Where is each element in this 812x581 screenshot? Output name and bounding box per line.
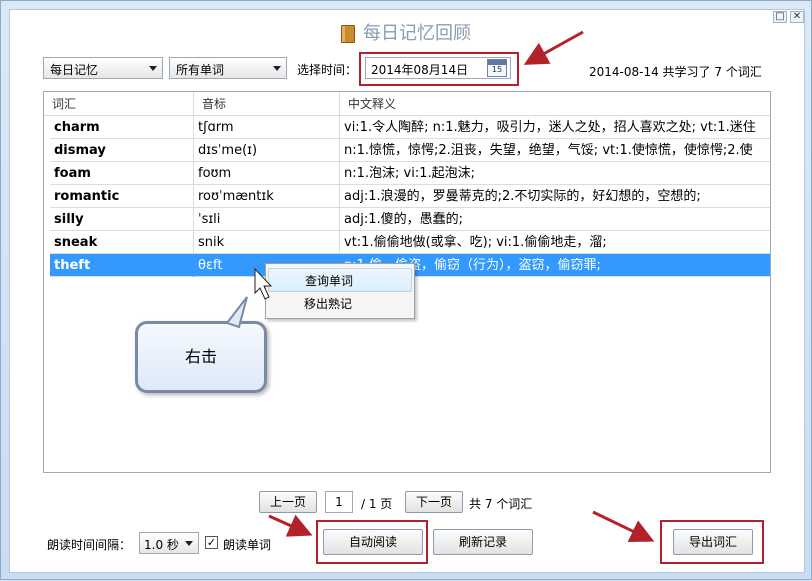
chevron-down-icon — [273, 66, 281, 71]
window-title: 每日记忆回顾 — [1, 19, 811, 45]
scope-select[interactable]: 所有单词 — [169, 57, 287, 79]
meaning-cell: n:1.泡沫; vi:1.起泡沫; — [344, 166, 476, 181]
word-cell: theft — [50, 254, 194, 277]
word-cell: romantic — [50, 185, 194, 208]
meaning-cell: vt:1.偷偷地做(或拿、吃); vi:1.偷偷地走，溜; — [344, 235, 607, 250]
page-number-input[interactable]: 1 — [325, 491, 353, 513]
chevron-down-icon — [149, 66, 157, 71]
scope-select-value: 所有单词 — [176, 63, 225, 77]
table-row[interactable]: sneak snik vt:1.偷偷地做(或拿、吃); vi:1.偷偷地走，溜; — [50, 231, 770, 254]
phonetic-cell: ˈsɪli — [194, 208, 340, 231]
word-count: 共 7 个词汇 — [469, 497, 533, 511]
next-page-button[interactable]: 下一页 — [405, 491, 463, 513]
word-cell: silly — [50, 208, 194, 231]
phonetic-cell: tʃɑrm — [194, 116, 340, 139]
phonetic-cell: dɪsˈme(ɪ) — [194, 139, 340, 162]
date-label: 选择时间： — [297, 63, 358, 77]
table-header: 词汇 音标 中文释义 — [44, 92, 770, 116]
mode-select-value: 每日记忆 — [50, 63, 99, 77]
read-word-checkbox[interactable]: ✓ — [205, 536, 218, 549]
table-row[interactable]: silly ˈsɪli adj:1.傻的，愚蠢的; — [50, 208, 770, 231]
read-word-label: 朗读单词 — [223, 538, 272, 552]
header-word[interactable]: 词汇 — [44, 92, 194, 116]
app-window: □ ✕ 每日记忆回顾 每日记忆 所有单词 选择时间： 2014年08月14日 1… — [0, 0, 812, 580]
interval-label: 朗读时间间隔： — [47, 538, 132, 552]
table-row[interactable]: dismay dɪsˈme(ɪ) n:1.惊慌，惊愕;2.沮丧，失望，绝望，气馁; … — [50, 139, 770, 162]
page-total: / 1 页 — [361, 497, 393, 511]
word-cell: charm — [50, 116, 194, 139]
prev-page-button[interactable]: 上一页 — [259, 491, 317, 513]
auto-read-button[interactable]: 自动阅读 — [323, 529, 423, 555]
mode-select[interactable]: 每日记忆 — [43, 57, 163, 79]
word-cell: sneak — [50, 231, 194, 254]
title-text: 每日记忆回顾 — [363, 23, 471, 44]
word-cell: foam — [50, 162, 194, 185]
export-words-button[interactable]: 导出词汇 — [673, 529, 753, 555]
menu-item-lookup-word[interactable]: 查询单词 — [268, 268, 412, 292]
meaning-cell: adj:1.傻的，愚蠢的; — [344, 212, 463, 227]
header-meaning[interactable]: 中文释义 — [340, 92, 770, 116]
phonetic-cell: roʊˈmæntɪk — [194, 185, 340, 208]
chevron-down-icon — [185, 541, 193, 546]
table-row[interactable]: romantic roʊˈmæntɪk adj:1.浪漫的，罗曼蒂克的;2.不切实际… — [50, 185, 770, 208]
menu-item-remove-mastered[interactable]: 移出熟记 — [268, 292, 412, 316]
date-value: 2014年08月14日 — [371, 63, 469, 77]
meaning-cell: n:1.惊慌，惊愕;2.沮丧，失望，绝望，气馁; vt:1.使惊慌，使惊愕;2.… — [344, 143, 753, 158]
book-icon — [341, 25, 355, 43]
callout-bubble: 右击 — [135, 321, 267, 393]
word-cell: dismay — [50, 139, 194, 162]
daily-summary: 2014-08-14 共学习了 7 个词汇 — [589, 65, 762, 79]
table-row[interactable]: charm tʃɑrm vi:1.令人陶醉; n:1.魅力，吸引力，迷人之处，招人喜… — [50, 116, 770, 139]
refresh-records-button[interactable]: 刷新记录 — [433, 529, 533, 555]
header-phonetic[interactable]: 音标 — [194, 92, 340, 116]
interval-value: 1.0 秒 — [144, 538, 179, 552]
meaning-cell: vi:1.令人陶醉; n:1.魅力，吸引力，迷人之处，招人喜欢之处; vt:1.… — [344, 120, 756, 135]
context-menu: 查询单词 移出熟记 — [265, 263, 415, 319]
phonetic-cell: snik — [194, 231, 340, 254]
calendar-icon[interactable]: 15 — [487, 59, 507, 77]
meaning-cell: adj:1.浪漫的，罗曼蒂克的;2.不切实际的，好幻想的，空想的; — [344, 189, 701, 204]
calendar-day: 15 — [491, 65, 503, 74]
table-row[interactable]: foam foʊm n:1.泡沫; vi:1.起泡沫; — [50, 162, 770, 185]
phonetic-cell: foʊm — [194, 162, 340, 185]
interval-select[interactable]: 1.0 秒 — [139, 532, 199, 554]
